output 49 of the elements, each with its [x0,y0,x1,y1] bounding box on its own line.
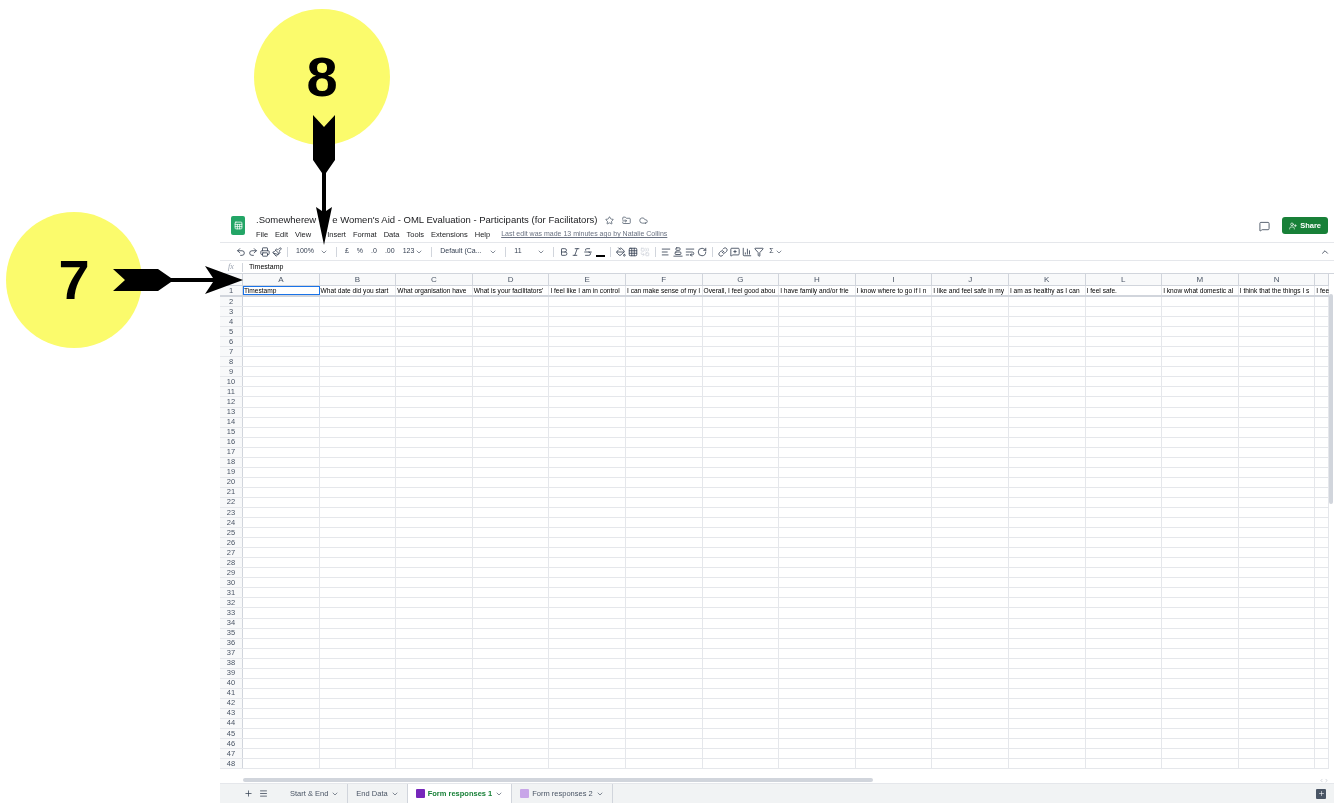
chart-icon[interactable] [742,246,753,257]
column-header[interactable]: J [968,275,973,284]
wrap-icon[interactable] [685,246,696,257]
column-header[interactable]: K [1044,275,1050,284]
rotate-icon[interactable] [697,246,708,257]
fx-label: fx [227,261,235,273]
star-icon[interactable] [605,215,615,225]
print-icon[interactable] [260,246,270,257]
column-header[interactable]: D [507,275,514,284]
comments-icon[interactable] [1259,221,1271,232]
column-header[interactable]: B [354,275,361,284]
arrow-icon [113,264,243,296]
folder-icon[interactable] [622,215,632,225]
column-header[interactable]: C [431,275,437,284]
person-icon [1289,221,1298,230]
step-badge: 7 [6,212,142,348]
bold-icon[interactable] [559,246,570,257]
sheets-logo-icon[interactable] [231,216,245,235]
step-badge: 8 [254,9,390,145]
column-header[interactable]: G [737,275,744,284]
borders-icon[interactable] [628,246,639,257]
all-sheets-icon[interactable] [259,789,268,798]
vertical-scrollbar[interactable] [1329,294,1333,504]
fill-color-icon[interactable] [616,246,627,257]
column-header[interactable]: M [1196,275,1204,284]
column-header[interactable]: L [1121,275,1126,284]
form-icon [520,789,530,798]
redo-icon[interactable] [248,246,258,257]
column-header[interactable]: A [278,275,284,284]
undo-icon[interactable] [236,246,246,257]
column-header[interactable]: H [814,275,820,284]
document-title[interactable]: e Women's Aid - OML Evaluation - Participants (for Facilitators) [332,212,598,228]
strikethrough-icon[interactable] [583,246,594,257]
paint-format-icon[interactable] [272,246,282,257]
vertical-align-icon[interactable] [673,246,684,257]
column-header[interactable]: E [584,275,590,284]
align-icon[interactable] [661,246,672,257]
cloud-icon[interactable] [639,215,649,225]
link-icon[interactable] [718,246,729,257]
add-sheet-icon[interactable] [244,789,253,798]
column-header[interactable]: N [1273,275,1280,284]
column-header[interactable]: F [661,275,667,284]
explore-icon[interactable] [1316,788,1326,799]
filter-icon[interactable] [754,246,765,257]
comment-icon[interactable] [730,246,741,257]
italic-icon[interactable] [571,246,582,257]
column-header[interactable]: I [892,275,895,284]
document-title[interactable]: .Somewherew [256,212,317,228]
form-icon [415,789,425,798]
